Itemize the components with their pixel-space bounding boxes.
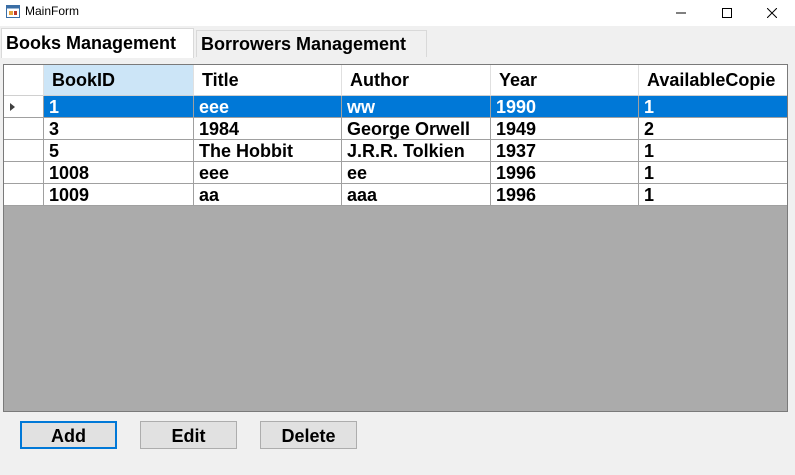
cell-availablecopies[interactable]: 1	[639, 184, 787, 206]
row-header[interactable]	[4, 184, 44, 206]
books-data-grid[interactable]: BookID Title Author Year AvailableCopie …	[3, 64, 788, 412]
cell-availablecopies[interactable]: 1	[639, 162, 787, 184]
tab-borrowers-management[interactable]: Borrowers Management	[196, 30, 427, 57]
grid-header: BookID Title Author Year AvailableCopie	[4, 65, 787, 96]
maximize-icon	[722, 8, 732, 18]
cell-author[interactable]: J.R.R. Tolkien	[342, 140, 491, 162]
column-header-title[interactable]: Title	[194, 65, 342, 96]
tab-strip: Books Management Borrowers Management	[0, 28, 795, 58]
column-header-year[interactable]: Year	[491, 65, 639, 96]
cell-availablecopies[interactable]: 1	[639, 140, 787, 162]
app-icon	[6, 5, 20, 18]
tab-books-management[interactable]: Books Management	[1, 28, 194, 58]
row-header[interactable]	[4, 118, 44, 140]
cell-bookid[interactable]: 1	[44, 96, 194, 118]
column-header-availablecopies[interactable]: AvailableCopie	[639, 65, 787, 96]
cell-title[interactable]: The Hobbit	[194, 140, 342, 162]
cell-bookid[interactable]: 1009	[44, 184, 194, 206]
table-row[interactable]: 1 eee ww 1990 1	[4, 96, 787, 118]
cell-bookid[interactable]: 1008	[44, 162, 194, 184]
cell-title[interactable]: 1984	[194, 118, 342, 140]
table-row[interactable]: 1009 aa aaa 1996 1	[4, 184, 787, 206]
table-row[interactable]: 1008 eee ee 1996 1	[4, 162, 787, 184]
row-header[interactable]	[4, 140, 44, 162]
cell-year[interactable]: 1990	[491, 96, 639, 118]
add-button[interactable]: Add	[20, 421, 117, 449]
maximize-button[interactable]	[704, 0, 750, 26]
table-row[interactable]: 3 1984 George Orwell 1949 2	[4, 118, 787, 140]
cell-year[interactable]: 1996	[491, 162, 639, 184]
close-icon	[767, 8, 777, 18]
cell-year[interactable]: 1937	[491, 140, 639, 162]
column-header-author[interactable]: Author	[342, 65, 491, 96]
edit-button[interactable]: Edit	[140, 421, 237, 449]
row-header-corner	[4, 65, 44, 96]
cell-bookid[interactable]: 5	[44, 140, 194, 162]
close-button[interactable]	[749, 0, 795, 26]
cell-author[interactable]: George Orwell	[342, 118, 491, 140]
delete-button[interactable]: Delete	[260, 421, 357, 449]
current-row-indicator-icon	[10, 103, 15, 111]
cell-availablecopies[interactable]: 1	[639, 96, 787, 118]
minimize-button[interactable]	[658, 0, 704, 26]
table-row[interactable]: 5 The Hobbit J.R.R. Tolkien 1937 1	[4, 140, 787, 162]
cell-title[interactable]: eee	[194, 96, 342, 118]
cell-author[interactable]: aaa	[342, 184, 491, 206]
row-header[interactable]	[4, 96, 44, 118]
title-bar: MainForm	[0, 0, 795, 26]
column-header-bookid[interactable]: BookID	[44, 65, 194, 96]
cell-title[interactable]: aa	[194, 184, 342, 206]
row-header[interactable]	[4, 162, 44, 184]
cell-year[interactable]: 1949	[491, 118, 639, 140]
cell-year[interactable]: 1996	[491, 184, 639, 206]
cell-author[interactable]: ww	[342, 96, 491, 118]
cell-bookid[interactable]: 3	[44, 118, 194, 140]
minimize-icon	[676, 12, 686, 14]
cell-availablecopies[interactable]: 2	[639, 118, 787, 140]
cell-title[interactable]: eee	[194, 162, 342, 184]
window-title: MainForm	[25, 4, 80, 18]
cell-author[interactable]: ee	[342, 162, 491, 184]
